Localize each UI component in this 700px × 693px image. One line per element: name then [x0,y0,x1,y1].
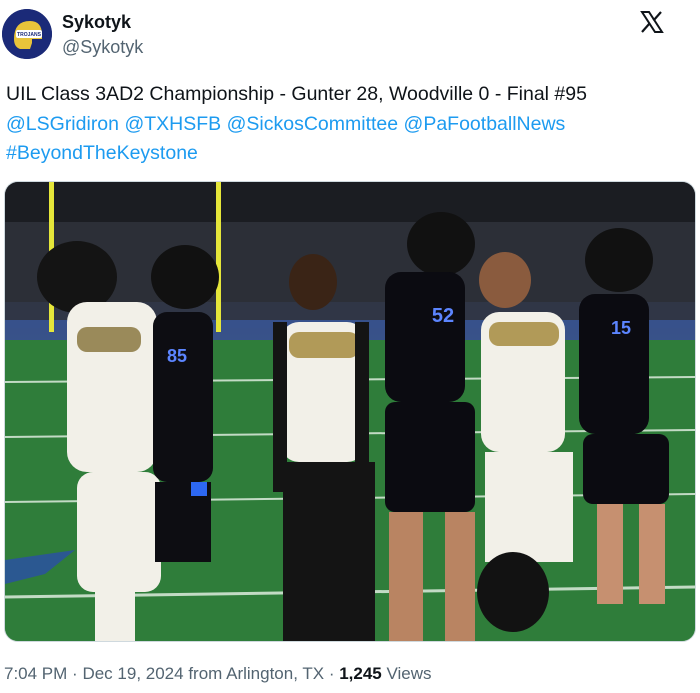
x-logo-icon[interactable] [640,11,664,33]
tweet-location: from Arlington, TX [188,664,325,683]
tweet-time[interactable]: 7:04 PM [4,664,67,683]
mention-link[interactable]: @PaFootballNews [404,113,566,135]
hashtag-link[interactable]: #BeyondTheKeystone [6,142,198,164]
tweet-date[interactable]: Dec 19, 2024 [82,664,183,683]
author-display-name[interactable]: Sykotyk [62,12,131,33]
tweet-text: UIL Class 3AD2 Championship - Gunter 28,… [6,80,696,169]
mention-link[interactable]: @TXHSFB [124,113,221,135]
views-count[interactable]: 1,245 [339,664,382,683]
mention-link[interactable]: @LSGridiron [6,113,119,135]
author-handle[interactable]: @Sykotyk [62,37,143,58]
football-players-photo-icon: 85 52 15 [5,182,695,641]
avatar[interactable]: TROJANS [2,9,52,59]
hashtag-line: #BeyondTheKeystone [6,139,696,169]
jersey-number: 52 [432,305,454,327]
mention-link[interactable]: @SickosCommittee [227,113,399,135]
tweet-line-1: UIL Class 3AD2 Championship - Gunter 28,… [6,83,587,105]
views-label: Views [386,664,432,683]
mentions-line: @LSGridiron @TXHSFB @SickosCommittee @Pa… [6,110,696,140]
separator: · [328,664,335,683]
avatar-text: TROJANS [17,32,42,38]
tweet-header: TROJANS Sykotyk @Sykotyk [0,0,700,66]
jersey-number: 85 [167,346,187,366]
tweet-photo[interactable]: 85 52 15 [4,181,696,642]
trojans-helmet-avatar-icon: TROJANS [2,9,52,59]
jersey-number: 15 [611,318,631,338]
separator: · [72,664,78,683]
tweet-meta: 7:04 PM · Dec 19, 2024 from Arlington, T… [4,664,432,684]
